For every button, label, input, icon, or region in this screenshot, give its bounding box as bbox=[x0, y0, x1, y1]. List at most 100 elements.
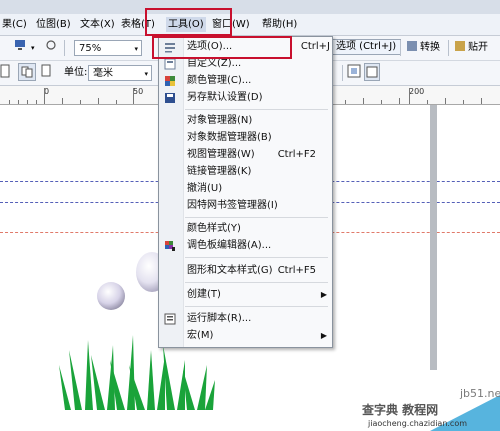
paste-label: 贴开 bbox=[468, 42, 488, 53]
window-title-strip bbox=[0, 0, 500, 14]
ruler-minor-tick bbox=[463, 100, 464, 104]
menu-item-label: 创建(T) bbox=[187, 289, 221, 300]
menu-item-label: 对象数据管理器(B) bbox=[187, 132, 272, 143]
menu-bitmaps[interactable]: 位图(B) bbox=[36, 17, 71, 32]
menu-item-view-manager[interactable]: 视图管理器(W) Ctrl+F2 bbox=[159, 147, 332, 163]
menu-item-label: 运行脚本(R)... bbox=[187, 313, 252, 324]
ruler-minor-tick bbox=[62, 98, 63, 104]
convert-button[interactable]: 转换 bbox=[407, 39, 440, 57]
menu-item-color-management[interactable]: 颜色管理(C)... bbox=[159, 73, 332, 89]
toolbar-divider bbox=[400, 40, 401, 56]
menu-item-create[interactable]: 创建(T) ▶ bbox=[159, 287, 332, 303]
ruler-minor-tick bbox=[18, 100, 19, 104]
snap-icon[interactable] bbox=[45, 39, 57, 57]
ruler-minor-tick bbox=[27, 100, 28, 104]
submenu-arrow-icon: ▶ bbox=[320, 331, 327, 340]
menu-item-label: 撤消(U) bbox=[187, 183, 223, 194]
menu-separator bbox=[185, 217, 328, 218]
menu-item-shortcut: Ctrl+F2 bbox=[277, 149, 316, 160]
menu-item-label: 调色板编辑器(A)... bbox=[187, 240, 272, 251]
menu-item-undo[interactable]: 撤消(U) bbox=[159, 181, 332, 197]
ruler-major-tick bbox=[44, 88, 45, 104]
menu-item-label: 图形和文本样式(G) bbox=[187, 265, 273, 276]
menu-item-shortcut: Ctrl+F5 bbox=[277, 265, 316, 276]
highlight-box-tools-menu bbox=[145, 8, 232, 36]
menu-item-label: 宏(M) bbox=[187, 330, 214, 341]
ruler-minor-tick bbox=[381, 100, 382, 104]
bubble-graphic[interactable] bbox=[95, 280, 127, 312]
menu-separator bbox=[185, 282, 328, 283]
menu-item-save-defaults[interactable]: 另存默认设置(D) bbox=[159, 90, 332, 106]
menu-bar: 果(C) 位图(B) 文本(X) 表格(T) 工具(O) 窗口(W) 帮助(H) bbox=[0, 14, 500, 36]
paste-button[interactable]: 贴开 bbox=[455, 39, 488, 57]
menu-separator bbox=[185, 109, 328, 110]
current-page-icon[interactable] bbox=[40, 64, 54, 82]
site-watermark: jb51.net 查字典 教程网 jiaocheng.chazidian.com bbox=[360, 385, 500, 431]
save-defaults-icon bbox=[164, 92, 176, 104]
chevron-down-icon: ▾ bbox=[144, 70, 148, 78]
ruler-minor-tick bbox=[98, 98, 99, 104]
units-value: 毫米 bbox=[93, 68, 113, 79]
bleed-icon[interactable] bbox=[364, 63, 380, 81]
menu-item-run-script[interactable]: 运行脚本(R)... bbox=[159, 311, 332, 327]
ruler-minor-tick bbox=[80, 100, 81, 104]
chevron-down-icon: ▾ bbox=[134, 45, 138, 53]
menu-item-color-styles[interactable]: 颜色样式(Y) bbox=[159, 221, 332, 237]
options-shortcut-tooltip: 选项 (Ctrl+J) bbox=[331, 39, 402, 55]
page-border bbox=[430, 105, 437, 370]
highlight-box-options-item bbox=[152, 36, 292, 59]
menu-separator bbox=[185, 257, 328, 258]
tools-dropdown-menu: 选项(O)... Ctrl+J 自定义(Z)... 颜色管理(C)... 另存默… bbox=[158, 36, 333, 348]
menu-item-link-manager[interactable]: 链接管理器(K) bbox=[159, 164, 332, 180]
page-size-icon[interactable] bbox=[347, 64, 361, 82]
ruler-minor-tick bbox=[116, 100, 117, 104]
page-orientation-icon[interactable] bbox=[0, 64, 10, 82]
menu-separator bbox=[185, 306, 328, 307]
ruler-minor-tick bbox=[363, 98, 364, 104]
toolbar-divider bbox=[64, 40, 65, 56]
menu-text[interactable]: 文本(X) bbox=[80, 17, 115, 32]
toolbar-divider bbox=[342, 65, 343, 81]
convert-icon bbox=[407, 41, 417, 51]
menu-item-label: 因特网书签管理器(I) bbox=[187, 200, 278, 211]
ruler-label: 200 bbox=[409, 87, 425, 96]
convert-label: 转换 bbox=[420, 42, 440, 53]
units-combo[interactable]: 毫米 ▾ bbox=[88, 65, 152, 81]
watermark-url: jiaocheng.chazidian.com bbox=[368, 419, 468, 428]
ruler-minor-tick bbox=[427, 100, 428, 104]
units-label: 单位: bbox=[64, 67, 88, 78]
menu-item-label: 链接管理器(K) bbox=[187, 166, 252, 177]
ruler-label: 50 bbox=[133, 87, 144, 96]
menu-item-macros[interactable]: 宏(M) ▶ bbox=[159, 328, 332, 344]
menu-item-bookmark-manager[interactable]: 因特网书签管理器(I) bbox=[159, 198, 332, 214]
menu-effects[interactable]: 果(C) bbox=[2, 17, 27, 32]
menu-item-palette-editor[interactable]: 调色板编辑器(A)... bbox=[159, 238, 332, 254]
color-management-icon bbox=[164, 75, 176, 87]
ruler-major-tick bbox=[133, 88, 134, 104]
menu-item-label: 对象管理器(N) bbox=[187, 115, 253, 126]
menu-item-label: 另存默认设置(D) bbox=[187, 92, 263, 103]
ruler-minor-tick bbox=[36, 100, 37, 104]
menu-item-object-data-manager[interactable]: 对象数据管理器(B) bbox=[159, 130, 332, 146]
menu-help[interactable]: 帮助(H) bbox=[262, 17, 297, 32]
menu-item-label: 颜色管理(C)... bbox=[187, 75, 252, 86]
customize-icon bbox=[164, 58, 176, 70]
submenu-arrow-icon: ▶ bbox=[320, 290, 327, 299]
menu-item-object-manager[interactable]: 对象管理器(N) bbox=[159, 113, 332, 129]
zoom-value: 75% bbox=[79, 43, 102, 54]
watermark-text: 查字典 教程网 bbox=[362, 403, 439, 417]
menu-item-label: 颜色样式(Y) bbox=[187, 223, 241, 234]
all-pages-icon[interactable] bbox=[18, 63, 36, 81]
menu-item-graphic-text-styles[interactable]: 图形和文本样式(G) Ctrl+F5 bbox=[159, 263, 332, 279]
chevron-down-icon[interactable]: ▾ bbox=[31, 39, 35, 57]
toolbar-divider bbox=[448, 40, 449, 56]
paste-icon bbox=[455, 41, 465, 51]
ruler-minor-tick bbox=[445, 98, 446, 104]
menu-item-label: 视图管理器(W) bbox=[187, 149, 255, 160]
ruler-minor-tick bbox=[481, 98, 482, 104]
monitor-icon[interactable] bbox=[14, 39, 26, 57]
menu-item-shortcut: Ctrl+J bbox=[300, 41, 330, 52]
ruler-minor-tick bbox=[399, 98, 400, 104]
run-script-icon bbox=[164, 313, 176, 325]
zoom-level-combo[interactable]: 75% ▾ bbox=[74, 40, 142, 56]
